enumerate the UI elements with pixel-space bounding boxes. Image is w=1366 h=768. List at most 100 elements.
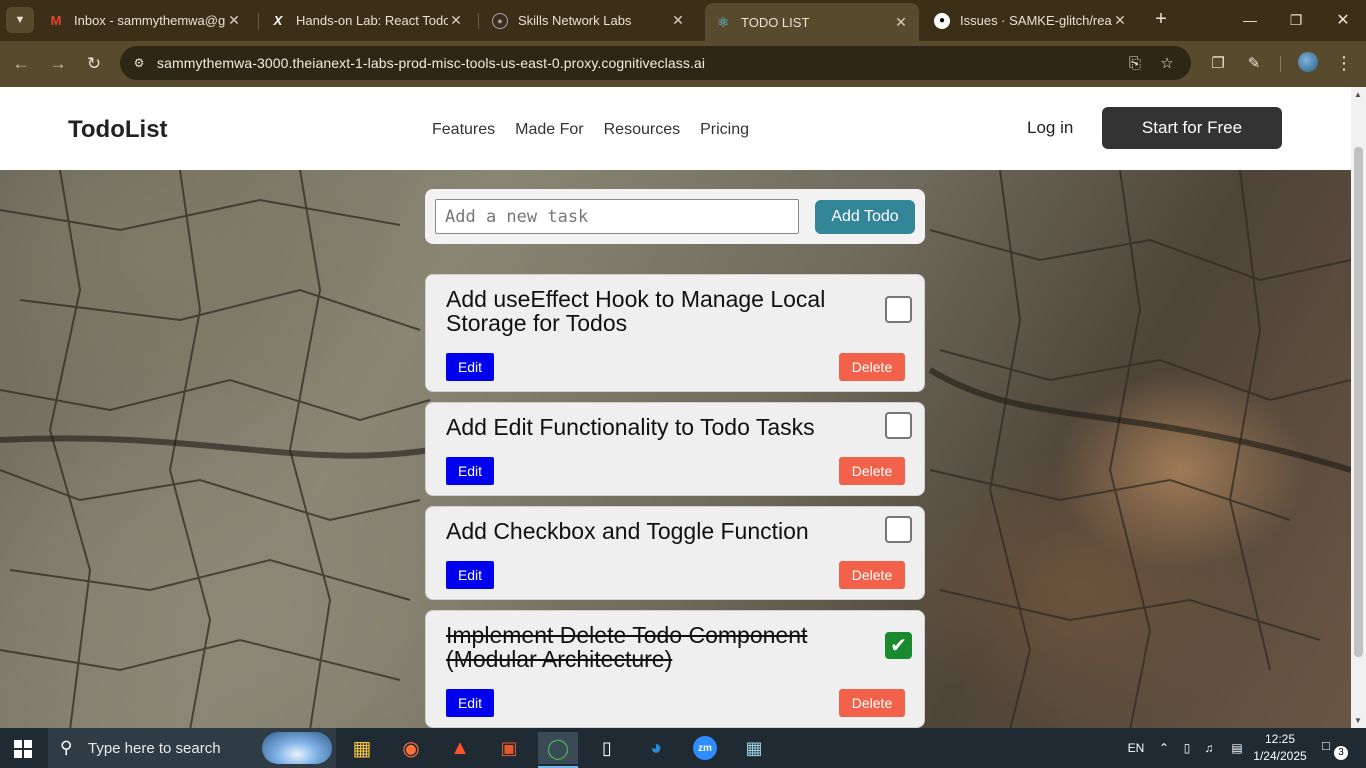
browser-tab-skills-network[interactable]: ● Skills Network Labs ✕ <box>482 6 696 35</box>
site-logo[interactable]: TodoList <box>68 116 168 144</box>
delete-button[interactable]: Delete <box>839 353 905 381</box>
todo-text: Add Edit Functionality to Todo Tasks <box>446 414 815 440</box>
start-for-free-button[interactable]: Start for Free <box>1102 107 1282 149</box>
browser-tab-hands-on-lab[interactable]: X Hands-on Lab: React Todo List ✕ <box>260 6 474 35</box>
nav-link-pricing[interactable]: Pricing <box>700 121 749 139</box>
edge-icon[interactable]: ◕ <box>636 732 676 764</box>
github-icon: ● <box>934 12 950 29</box>
office-app-icon[interactable]: ▣ <box>489 732 529 764</box>
clock-date: 1/24/2025 <box>1253 749 1307 763</box>
browser-tab-github-issues[interactable]: ● Issues · SAMKE-glitch/react_todo ✕ <box>924 6 1138 35</box>
tab-divider <box>258 13 259 29</box>
toolbar-divider <box>1280 56 1281 72</box>
install-app-icon[interactable]: ⎘ <box>1126 54 1144 72</box>
notes-app-icon[interactable]: ▯ <box>587 732 627 764</box>
todo-item: Add Checkbox and Toggle Function Edit De… <box>425 506 925 600</box>
browser-tab-todo-list[interactable]: ⚛ TODO LIST ✕ <box>705 3 919 41</box>
skills-network-icon: ● <box>492 12 508 29</box>
file-explorer-icon[interactable]: ▦ <box>342 732 382 764</box>
nav-link-features[interactable]: Features <box>432 121 495 139</box>
todo-checkbox[interactable] <box>885 412 912 439</box>
brave-icon[interactable]: ▲ <box>440 732 480 764</box>
checkmark-icon: ✔ <box>890 635 907 657</box>
todo-item-completed: Implement Delete Todo Component (Modular… <box>425 610 925 728</box>
main-nav: Features Made For Resources Pricing <box>432 121 749 139</box>
battery-icon[interactable]: ▯ <box>1178 728 1196 768</box>
new-tab-button[interactable]: + <box>1150 8 1172 32</box>
bookmark-star-icon[interactable]: ☆ <box>1158 54 1176 72</box>
delete-button[interactable]: Delete <box>839 689 905 717</box>
delete-button[interactable]: Delete <box>839 457 905 485</box>
system-clock[interactable]: 12:25 1/24/2025 <box>1250 731 1310 765</box>
tab-close-icon[interactable]: ✕ <box>226 12 242 29</box>
tab-close-icon[interactable]: ✕ <box>1112 12 1128 29</box>
clock-time: 12:25 <box>1264 732 1296 746</box>
tab-title: Inbox - sammythemwa@gmail.com <box>74 13 226 28</box>
site-info-icon[interactable]: ⚙ <box>130 54 148 72</box>
notepad-icon[interactable]: ▦ <box>734 732 774 764</box>
new-task-input[interactable] <box>435 199 799 234</box>
tab-search-button[interactable]: ▼ <box>6 7 34 33</box>
search-placeholder: Type here to search <box>88 740 221 757</box>
profile-avatar[interactable] <box>1298 52 1318 72</box>
language-indicator[interactable]: EN <box>1124 728 1148 768</box>
tab-close-icon[interactable]: ✕ <box>670 12 686 29</box>
zoom-icon[interactable]: zm <box>685 732 725 764</box>
search-icon: ⚲ <box>60 738 73 757</box>
delete-button[interactable]: Delete <box>839 561 905 589</box>
login-link[interactable]: Log in <box>1027 118 1073 138</box>
page-scrollbar[interactable]: ▲ ▼ <box>1351 87 1366 728</box>
edit-button[interactable]: Edit <box>446 561 494 589</box>
todo-text: Implement Delete Todo Component (Modular… <box>446 622 808 672</box>
chrome-icon[interactable]: ◯ <box>538 732 578 768</box>
reload-icon[interactable]: ↻ <box>81 51 107 77</box>
taskbar-search[interactable]: ⚲ Type here to search <box>48 728 336 768</box>
volume-icon[interactable]: ♫ <box>1200 728 1218 768</box>
more-menu-icon[interactable]: ⋮ <box>1334 53 1354 73</box>
firefox-icon[interactable]: ◉ <box>391 732 431 764</box>
nav-link-resources[interactable]: Resources <box>604 121 680 139</box>
extensions-icon[interactable]: ✎ <box>1244 53 1264 73</box>
edit-button[interactable]: Edit <box>446 353 494 381</box>
restore-icon[interactable]: ❐ <box>1273 0 1319 40</box>
tab-groups-icon[interactable]: ❐ <box>1208 53 1228 73</box>
tab-close-icon[interactable]: ✕ <box>893 14 909 31</box>
edit-button[interactable]: Edit <box>446 457 494 485</box>
notification-badge: 3 <box>1334 746 1348 760</box>
address-bar[interactable]: ⚙ sammythemwa-3000.theianext-1-labs-prod… <box>120 46 1191 80</box>
tab-title: TODO LIST <box>741 14 810 30</box>
network-icon[interactable]: ▤ <box>1226 728 1248 768</box>
search-highlight-image <box>262 732 332 764</box>
windows-taskbar: ⚲ Type here to search ▦ ◉ ▲ ▣ ◯ ▯ ◕ zm ▦… <box>0 728 1366 768</box>
browser-tab-strip: ▼ M Inbox - sammythemwa@gmail.com ✕ X Ha… <box>0 0 1366 41</box>
todo-text: Add useEffect Hook to Manage Local Stora… <box>446 286 826 336</box>
windows-start-icon[interactable] <box>14 740 32 758</box>
todo-checkbox-checked[interactable]: ✔ <box>885 632 912 659</box>
window-close-icon[interactable]: ✕ <box>1320 0 1366 40</box>
notification-center-icon[interactable]: □ 3 <box>1322 738 1348 760</box>
chevron-up-icon[interactable]: ⌃ <box>1155 728 1173 768</box>
nav-link-made-for[interactable]: Made For <box>515 121 583 139</box>
scroll-up-icon[interactable]: ▲ <box>1354 90 1362 99</box>
x-icon: X <box>273 13 283 28</box>
todo-checkbox[interactable] <box>885 516 912 543</box>
gmail-icon: M <box>50 13 62 28</box>
add-todo-button[interactable]: Add Todo <box>815 200 915 234</box>
tab-title: Hands-on Lab: React Todo List <box>296 13 448 28</box>
back-icon[interactable]: ← <box>8 51 34 77</box>
scroll-down-icon[interactable]: ▼ <box>1354 716 1362 725</box>
forward-icon[interactable]: → <box>45 51 71 77</box>
scrollbar-thumb[interactable] <box>1354 147 1363 657</box>
react-icon: ⚛ <box>716 13 730 30</box>
edit-button[interactable]: Edit <box>446 689 494 717</box>
minimize-icon[interactable]: — <box>1227 0 1273 40</box>
tab-title: Issues · SAMKE-glitch/react_todo <box>960 13 1112 28</box>
todo-text: Add Checkbox and Toggle Function <box>446 518 809 544</box>
browser-tab-gmail[interactable]: M Inbox - sammythemwa@gmail.com ✕ <box>38 6 252 35</box>
url-text[interactable]: sammythemwa-3000.theianext-1-labs-prod-m… <box>157 55 705 71</box>
todo-checkbox[interactable] <box>885 296 912 323</box>
tab-divider <box>478 13 479 29</box>
tab-close-icon[interactable]: ✕ <box>448 12 464 29</box>
browser-toolbar: ← → ↻ ⚙ sammythemwa-3000.theianext-1-lab… <box>0 41 1366 87</box>
todo-item: Add Edit Functionality to Todo Tasks Edi… <box>425 402 925 496</box>
